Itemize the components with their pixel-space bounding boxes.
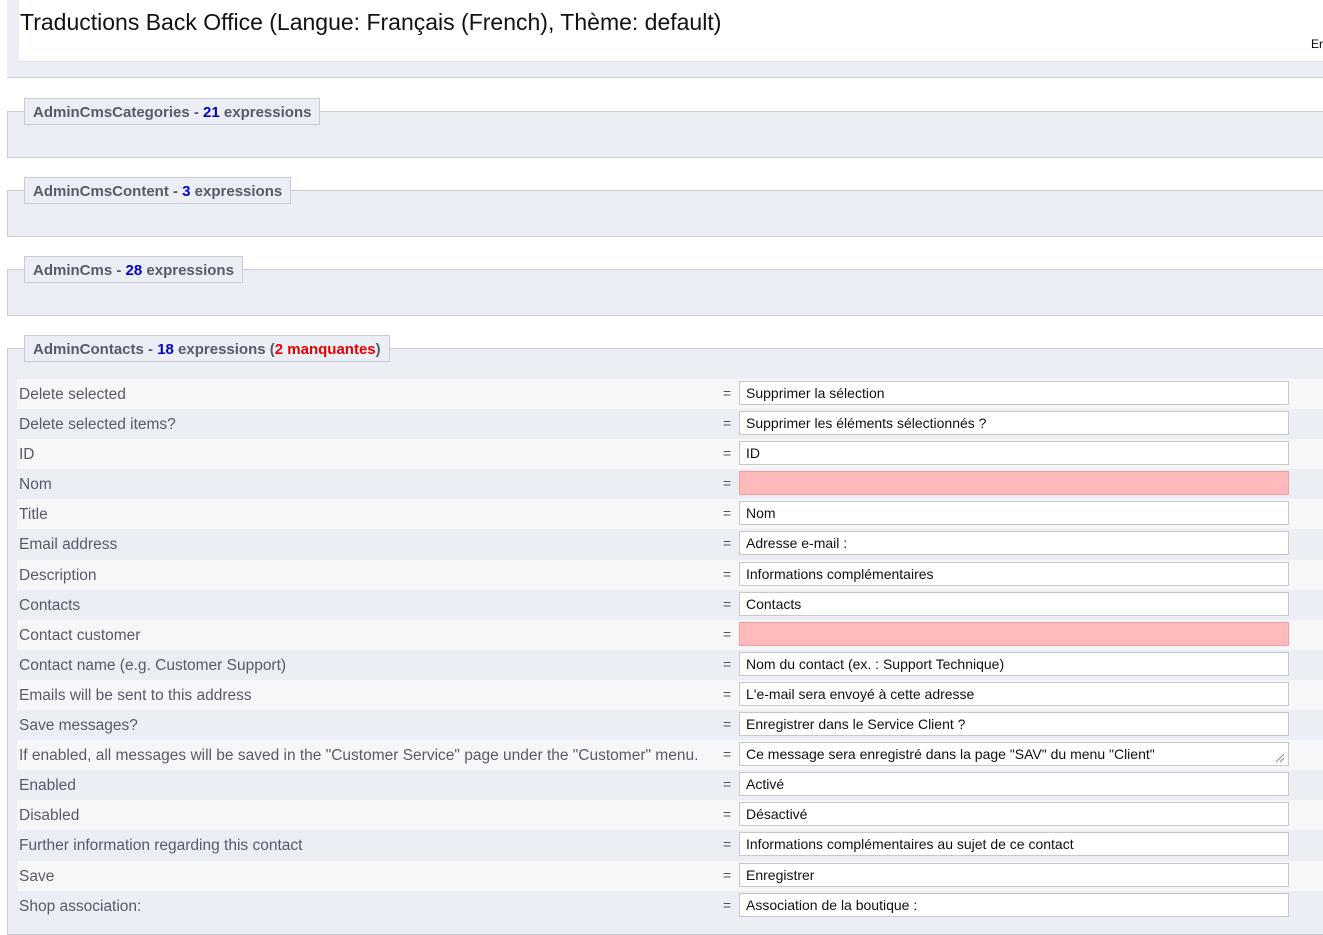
source-label: Disabled xyxy=(19,807,80,825)
translation-row: Shop association: = xyxy=(17,890,1323,921)
translation-input[interactable] xyxy=(739,862,1289,887)
section-legend-admincontacts[interactable]: AdminContacts - 18 expressions (2 manqua… xyxy=(24,335,390,362)
equals-sign: = xyxy=(723,385,732,401)
equals-sign: = xyxy=(723,475,732,492)
translation-row: Description = xyxy=(17,559,1323,590)
translation-input[interactable] xyxy=(739,681,1289,706)
expression-count: 28 xyxy=(125,262,143,279)
section-name: AdminCmsCategories xyxy=(33,104,190,121)
source-label: If enabled, all messages will be saved i… xyxy=(19,747,699,765)
legend-close-paren: ) xyxy=(375,341,381,358)
expressions-label: expressions xyxy=(190,183,283,200)
translation-row: Further information regarding this conta… xyxy=(17,830,1323,861)
equals-sign: = xyxy=(723,776,732,793)
missing-count: 2 manquantes xyxy=(274,341,376,358)
equals-sign: = xyxy=(723,746,732,763)
source-label: Delete selected items? xyxy=(19,416,176,434)
translation-input[interactable] xyxy=(739,561,1289,586)
expression-count: 21 xyxy=(203,104,220,121)
equals-sign: = xyxy=(723,415,732,432)
translation-input[interactable] xyxy=(739,892,1289,917)
translation-textarea[interactable]: Ce message sera enregistré dans la page … xyxy=(739,742,1289,767)
section-separator: - xyxy=(143,341,158,358)
translation-row: ID = xyxy=(17,439,1323,470)
source-label: Save messages? xyxy=(19,717,138,735)
translation-input[interactable] xyxy=(739,501,1289,526)
equals-sign: = xyxy=(723,655,732,672)
source-label: ID xyxy=(19,446,35,464)
source-label: Delete selected xyxy=(19,386,126,403)
equals-sign: = xyxy=(723,866,732,883)
translation-row: If enabled, all messages will be saved i… xyxy=(17,740,1323,771)
expressions-label: expressions xyxy=(142,262,234,279)
section-name: AdminCms xyxy=(33,262,113,279)
translation-row: Contact name (e.g. Customer Support) = xyxy=(17,649,1323,680)
equals-sign: = xyxy=(723,896,732,913)
source-label: Enabled xyxy=(19,777,76,795)
translation-input[interactable] xyxy=(739,832,1289,857)
translation-row: Emails will be sent to this address = xyxy=(17,679,1323,711)
translation-row: Title = xyxy=(17,499,1323,530)
translation-input[interactable] xyxy=(739,441,1289,466)
source-label: Save xyxy=(19,867,55,885)
translation-input[interactable] xyxy=(739,531,1289,556)
expression-count: 3 xyxy=(182,183,191,200)
translation-row: Email address = xyxy=(17,529,1323,560)
page-title: Traductions Back Office (Langue: Françai… xyxy=(20,9,722,35)
source-label: Contact customer xyxy=(19,626,141,644)
translation-row: Disabled = xyxy=(17,800,1323,831)
translation-input-missing[interactable] xyxy=(739,471,1289,496)
section-separator: - xyxy=(189,104,204,121)
equals-sign: = xyxy=(723,505,732,522)
section-name: AdminCmsContent xyxy=(33,183,169,200)
equals-sign: = xyxy=(723,595,732,612)
source-label: Nom xyxy=(19,476,52,494)
section-separator: - xyxy=(168,183,183,200)
translation-input[interactable] xyxy=(739,802,1289,827)
translation-row: Save = xyxy=(17,860,1323,891)
source-label: Emails will be sent to this address xyxy=(19,686,252,704)
translation-input[interactable] xyxy=(739,772,1289,797)
translation-input[interactable] xyxy=(739,712,1289,737)
equals-sign: = xyxy=(723,445,732,462)
translation-row: Delete selected items? = xyxy=(17,409,1323,440)
source-label: Description xyxy=(19,566,97,584)
source-label: Contacts xyxy=(19,596,81,614)
equals-sign: = xyxy=(723,806,732,823)
translation-row: Delete selected = xyxy=(17,379,1323,410)
equals-sign: = xyxy=(723,836,732,853)
section-legend-admincmscategories[interactable]: AdminCmsCategories - 21 expressions xyxy=(24,98,321,125)
source-label: Further information regarding this conta… xyxy=(19,837,303,855)
equals-sign: = xyxy=(723,685,732,702)
translation-row: Save messages? = xyxy=(17,710,1323,741)
equals-sign: = xyxy=(723,535,732,552)
language-link[interactable]: Er xyxy=(1311,37,1323,51)
section-name: AdminContacts xyxy=(33,341,144,358)
source-label: Shop association: xyxy=(19,897,142,915)
translation-row: Enabled = xyxy=(17,770,1323,801)
source-label: Email address xyxy=(19,536,118,554)
section-legend-admincms[interactable]: AdminCms - 28 expressions xyxy=(24,256,243,283)
source-label: Title xyxy=(19,506,48,524)
expression-count: 18 xyxy=(157,341,174,358)
translation-input[interactable] xyxy=(739,381,1289,405)
translation-input[interactable] xyxy=(739,411,1289,436)
section-separator: - xyxy=(112,262,126,279)
translation-row: Contacts = xyxy=(17,589,1323,620)
equals-sign: = xyxy=(723,716,732,733)
translation-rows: Delete selected = Delete selected items?… xyxy=(17,379,1323,921)
translation-input[interactable] xyxy=(739,651,1289,676)
section-legend-admincmscontent[interactable]: AdminCmsContent - 3 expressions xyxy=(24,177,292,204)
translation-row: Nom = xyxy=(17,469,1323,500)
equals-sign: = xyxy=(723,565,732,582)
translation-input-missing[interactable] xyxy=(739,621,1289,646)
translation-input[interactable] xyxy=(739,591,1289,616)
expressions-label: expressions ( xyxy=(173,341,275,358)
expressions-label: expressions xyxy=(219,104,312,121)
source-label: Contact name (e.g. Customer Support) xyxy=(19,656,287,674)
translation-row: Contact customer = xyxy=(17,619,1323,650)
equals-sign: = xyxy=(723,625,732,642)
